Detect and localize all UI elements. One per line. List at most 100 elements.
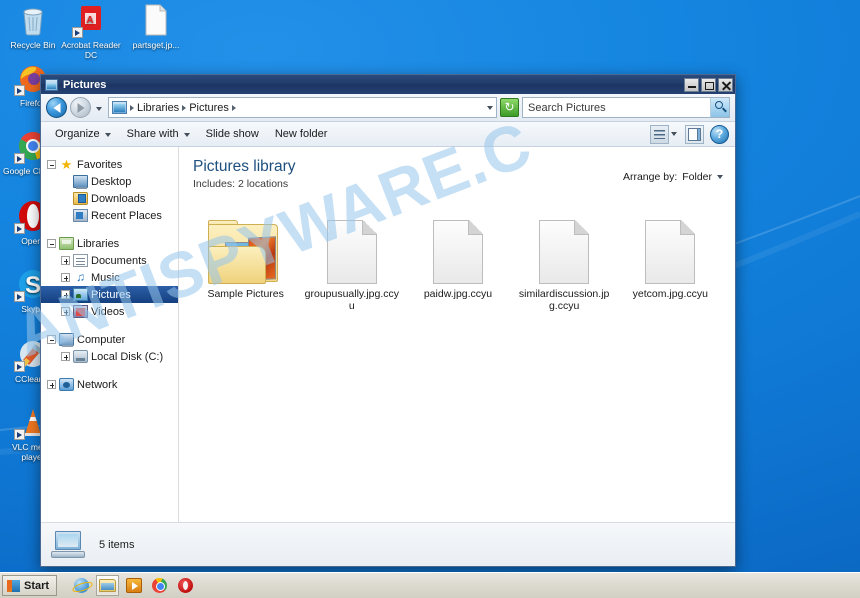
expander-icon[interactable]	[61, 307, 70, 316]
breadcrumb-item-pictures[interactable]: Pictures	[189, 102, 229, 114]
nav-group-favorites[interactable]: ★ Favorites	[41, 156, 178, 173]
status-bar: 5 items	[41, 522, 735, 566]
breadcrumb-separator-icon	[182, 104, 187, 111]
nav-item-music[interactable]: ♫ Music	[41, 269, 178, 286]
hard-disk-icon	[73, 350, 88, 363]
slide-show-button[interactable]: Slide show	[198, 124, 267, 144]
organize-label: Organize	[55, 128, 100, 140]
includes-label: Includes:	[193, 178, 236, 190]
file-list-pane[interactable]: Pictures library Includes: 2 locations A…	[179, 147, 735, 522]
includes-value[interactable]: 2 locations	[238, 178, 288, 190]
file-item[interactable]: similardiscussion.jpg.ccyu	[511, 206, 618, 312]
nav-item-recent-places[interactable]: Recent Places	[41, 207, 178, 224]
google-chrome-icon	[152, 578, 168, 593]
item-count-label: 5 items	[99, 538, 135, 551]
forward-button[interactable]	[70, 97, 91, 118]
start-button[interactable]: Start	[2, 575, 58, 596]
computer-icon	[51, 530, 85, 559]
file-item[interactable]: yetcom.jpg.ccyu	[618, 206, 723, 312]
nav-item-pictures[interactable]: Pictures	[41, 286, 178, 303]
nav-group-gap	[41, 224, 178, 235]
breadcrumb-item-libraries[interactable]: Libraries	[137, 102, 179, 114]
window-titlebar[interactable]: Pictures	[41, 75, 735, 94]
file-name: yetcom.jpg.ccyu	[632, 288, 708, 300]
new-folder-button[interactable]: New folder	[267, 124, 336, 144]
expander-icon[interactable]	[47, 380, 56, 389]
organize-button[interactable]: Organize	[47, 124, 119, 144]
nav-group-computer[interactable]: Computer	[41, 331, 178, 348]
breadcrumb[interactable]: Libraries Pictures	[108, 97, 497, 118]
monitor-icon	[73, 175, 88, 189]
share-with-button[interactable]: Share with	[119, 124, 198, 144]
minimize-button[interactable]	[684, 77, 699, 92]
nav-group-network[interactable]: Network	[41, 376, 178, 393]
folder-icon	[99, 579, 117, 592]
command-toolbar: Organize Share with Slide show New folde…	[41, 122, 735, 147]
nav-item-local-disk-c[interactable]: Local Disk (C:)	[41, 348, 178, 365]
taskbar-item-opera[interactable]	[174, 575, 197, 596]
expander-icon[interactable]	[61, 352, 70, 361]
taskbar-item-windows-explorer[interactable]	[96, 575, 120, 596]
taskbar-item-google-chrome[interactable]	[148, 575, 171, 596]
window-body: ★ Favorites Desktop Downloads Recent Pla	[41, 147, 735, 522]
close-button[interactable]	[718, 77, 733, 92]
shortcut-overlay-icon	[14, 429, 25, 440]
nav-label: Music	[91, 271, 120, 284]
view-dropdown-icon[interactable]	[671, 132, 677, 136]
taskbar: Start	[0, 572, 860, 598]
refresh-button[interactable]: ↻	[500, 98, 519, 117]
file-item[interactable]: Sample Pictures	[193, 206, 298, 312]
opera-icon	[178, 578, 194, 593]
back-button[interactable]	[46, 97, 67, 118]
desktop-icon-label: partsget.jp...	[132, 40, 180, 50]
breadcrumb-dropdown-icon[interactable]	[487, 105, 493, 110]
nav-group-libraries[interactable]: Libraries	[41, 235, 178, 252]
preview-pane-button[interactable]	[685, 124, 704, 144]
expander-icon[interactable]	[61, 273, 70, 282]
nav-item-documents[interactable]: Documents	[41, 252, 178, 269]
nav-label: Libraries	[77, 237, 120, 250]
nav-group-gap	[41, 365, 178, 376]
chevron-down-icon[interactable]	[717, 175, 723, 179]
expander-icon	[61, 211, 70, 220]
acrobat-reader-icon: A	[60, 4, 122, 38]
help-button[interactable]: ?	[710, 124, 729, 144]
nav-item-videos[interactable]: Videos	[41, 303, 178, 320]
blank-file-icon	[539, 220, 590, 284]
expander-icon[interactable]	[47, 335, 56, 344]
page-title: Pictures library	[193, 158, 296, 175]
blank-file-icon	[432, 220, 483, 284]
taskbar-item-windows-media-player[interactable]	[122, 575, 145, 596]
pictures-icon	[45, 78, 58, 91]
history-dropdown-button[interactable]	[94, 98, 105, 118]
nav-label: Computer	[77, 333, 126, 346]
star-icon: ★	[60, 157, 73, 172]
share-with-label: Share with	[126, 128, 179, 140]
arrange-by-value[interactable]: Folder	[682, 171, 712, 183]
music-note-icon: ♫	[76, 270, 85, 284]
expander-icon[interactable]	[61, 290, 70, 299]
change-view-button[interactable]	[650, 124, 669, 144]
recent-places-icon	[73, 209, 88, 222]
search-icon[interactable]	[710, 98, 729, 117]
navigation-pane: ★ Favorites Desktop Downloads Recent Pla	[41, 147, 179, 522]
library-header: Pictures library Includes: 2 locations A…	[193, 157, 723, 194]
desktop-icon-partsget-jpg[interactable]: partsget.jp...	[125, 4, 187, 50]
expander-icon[interactable]	[47, 239, 56, 248]
nav-label: Favorites	[77, 158, 123, 171]
shortcut-overlay-icon	[14, 153, 25, 164]
pictures-folder-icon	[207, 220, 284, 284]
maximize-button[interactable]	[701, 77, 716, 92]
desktop-icon-acrobat-reader[interactable]: A Acrobat Reader DC	[60, 4, 122, 60]
file-item[interactable]: groupusually.jpg.ccyu	[298, 206, 405, 312]
file-item[interactable]: paidw.jpg.ccyu	[405, 206, 510, 312]
arrange-by-control[interactable]: Arrange by: Folder	[623, 157, 723, 183]
nav-item-downloads[interactable]: Downloads	[41, 190, 178, 207]
expander-icon[interactable]	[47, 160, 56, 169]
desktop-icon-recycle-bin[interactable]: Recycle Bin	[2, 4, 64, 50]
expander-icon[interactable]	[61, 256, 70, 265]
nav-item-desktop[interactable]: Desktop	[41, 173, 178, 190]
taskbar-item-internet-explorer[interactable]	[70, 575, 93, 596]
search-input[interactable]: Search Pictures	[522, 97, 730, 118]
file-name: groupusually.jpg.ccyu	[304, 288, 399, 312]
